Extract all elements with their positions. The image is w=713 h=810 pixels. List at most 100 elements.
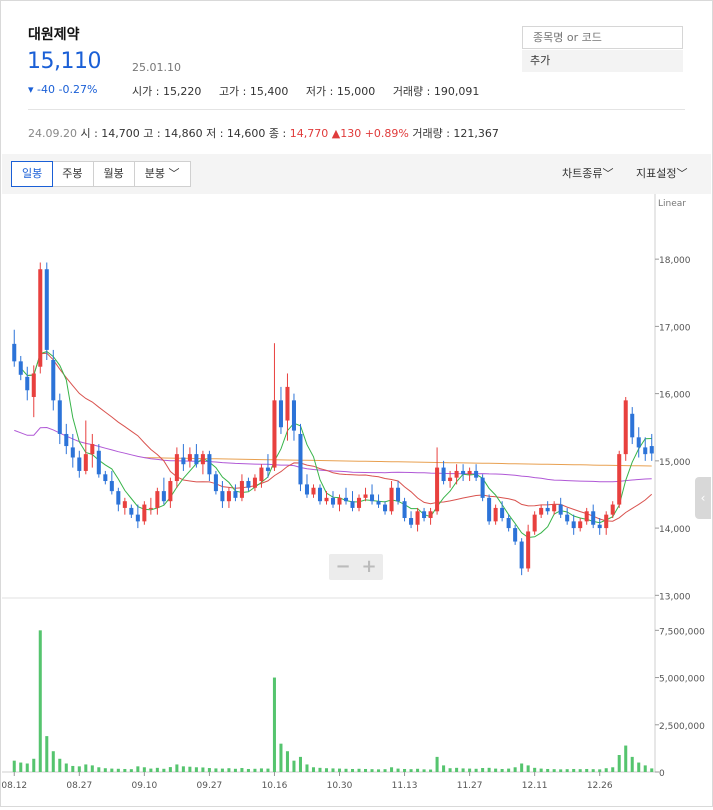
volume-bar bbox=[285, 751, 289, 772]
price-tick-label: 15,000 bbox=[659, 458, 691, 468]
volume-bar bbox=[494, 768, 498, 772]
ma5-line bbox=[20, 350, 652, 539]
candle-body bbox=[220, 491, 225, 502]
candle-body bbox=[213, 474, 218, 492]
x-tick-label: 12.26 bbox=[587, 781, 613, 791]
ma60-line bbox=[14, 426, 652, 483]
volume-bar bbox=[422, 769, 426, 772]
volume-bar bbox=[429, 769, 433, 772]
candle-body bbox=[18, 361, 23, 375]
chart-type-menu[interactable]: 차트종류﹀ bbox=[562, 165, 613, 181]
volume-bar bbox=[305, 764, 309, 772]
candle-body bbox=[77, 457, 82, 471]
volume-bar bbox=[598, 769, 602, 772]
volume-bar bbox=[487, 767, 491, 772]
price-change: ▾ -40 -0.27% bbox=[28, 83, 98, 96]
scale-label: Linear bbox=[658, 199, 686, 209]
x-tick-label: 08.27 bbox=[66, 781, 92, 791]
chart-toolbar: 일봉 주봉 월봉 분봉 ﹀ 차트종류﹀ 지표설정﹀ bbox=[2, 154, 711, 194]
candle-body bbox=[226, 491, 231, 502]
x-tick-label: 09.27 bbox=[197, 781, 223, 791]
candle-body bbox=[31, 373, 36, 397]
quote-date: 25.01.10 bbox=[132, 61, 181, 74]
candle-body bbox=[552, 504, 557, 512]
hover-candle-info: 24.09.20 시 : 14,700 고 : 14,860 저 : 14,60… bbox=[28, 125, 499, 141]
volume-bar bbox=[103, 768, 107, 772]
tab-daily[interactable]: 일봉 bbox=[11, 161, 54, 187]
volume-bar bbox=[650, 768, 654, 772]
candle-body bbox=[324, 497, 329, 502]
x-tick-label: 11.27 bbox=[457, 781, 483, 791]
volume-bar bbox=[32, 758, 36, 772]
candle-body bbox=[174, 454, 179, 482]
volume-bar bbox=[90, 765, 94, 772]
tab-minute[interactable]: 분봉 ﹀ bbox=[135, 162, 190, 186]
candle-body bbox=[545, 507, 550, 512]
volume-bar bbox=[51, 751, 55, 772]
volume-bar bbox=[377, 769, 381, 772]
hover-close-label: 종 : bbox=[268, 127, 290, 140]
volume-bar bbox=[155, 767, 159, 772]
volume-bar bbox=[461, 768, 465, 772]
hover-date: 24.09.20 bbox=[28, 127, 77, 140]
candle-body bbox=[317, 487, 323, 502]
volume-bar bbox=[331, 768, 335, 772]
volume-bar bbox=[344, 768, 348, 772]
candle-body bbox=[376, 501, 381, 505]
tab-monthly[interactable]: 월봉 bbox=[94, 162, 135, 186]
volume-bar bbox=[207, 768, 211, 772]
volume-bar bbox=[604, 768, 608, 772]
candle-body bbox=[252, 477, 257, 488]
volume-bar bbox=[123, 768, 127, 772]
volume-bar bbox=[481, 768, 485, 772]
candle-body bbox=[337, 497, 342, 505]
side-panel-toggle[interactable]: ‹ bbox=[695, 477, 711, 519]
volume-bar bbox=[129, 769, 133, 772]
candle-body bbox=[285, 386, 290, 421]
volume-bar bbox=[520, 763, 524, 772]
candle-body bbox=[233, 491, 238, 498]
volume-bar bbox=[539, 768, 543, 772]
price-volume-chart[interactable]: Linear 18,000 17,000 16,000 15,000 14,000 13,0… bbox=[1, 194, 711, 806]
volume-bar bbox=[266, 768, 270, 772]
add-stock-button[interactable]: 추가 bbox=[522, 50, 683, 72]
tab-weekly[interactable]: 주봉 bbox=[52, 162, 94, 186]
volume-bar bbox=[240, 768, 244, 772]
hover-low: 저 : 14,600 bbox=[206, 127, 266, 140]
candle-body bbox=[311, 487, 316, 495]
candle-body bbox=[454, 470, 459, 478]
candle-body bbox=[578, 521, 583, 529]
stock-search-input[interactable] bbox=[522, 26, 683, 49]
volume-bar bbox=[643, 765, 647, 772]
current-price: 15,110 bbox=[27, 49, 101, 74]
candle-body bbox=[428, 511, 433, 519]
candle-body bbox=[571, 521, 576, 529]
zoom-control: − + bbox=[329, 554, 383, 580]
candle-body bbox=[409, 518, 414, 525]
volume-bar bbox=[38, 630, 42, 772]
volume-bar bbox=[337, 768, 342, 772]
volume-bar bbox=[552, 769, 556, 772]
candle-body bbox=[636, 437, 641, 448]
candle-body bbox=[259, 467, 264, 482]
volume-bar bbox=[168, 767, 172, 772]
zoom-in-button[interactable]: + bbox=[356, 556, 382, 577]
volume-bar bbox=[233, 768, 237, 772]
volume-bar bbox=[272, 677, 276, 772]
candle-body bbox=[44, 269, 49, 350]
x-tick-label: 12.11 bbox=[522, 781, 548, 791]
chart-area[interactable]: Linear 18,000 17,000 16,000 15,000 14,000 13,0… bbox=[1, 194, 711, 806]
ma120-line bbox=[144, 457, 652, 467]
x-tick-label: 10.16 bbox=[262, 781, 288, 791]
volume-bar bbox=[416, 768, 420, 772]
open-price: 시가 : 15,220 bbox=[132, 85, 202, 98]
indicator-settings-menu[interactable]: 지표설정﹀ bbox=[636, 165, 687, 181]
volume-bar bbox=[71, 765, 75, 772]
volume-bar bbox=[390, 767, 394, 772]
candle-body bbox=[181, 457, 186, 465]
candle-body bbox=[630, 413, 635, 438]
volume-bar bbox=[58, 758, 62, 772]
candle-body bbox=[565, 514, 570, 522]
zoom-out-button[interactable]: − bbox=[330, 556, 356, 577]
candle-body bbox=[363, 494, 368, 498]
